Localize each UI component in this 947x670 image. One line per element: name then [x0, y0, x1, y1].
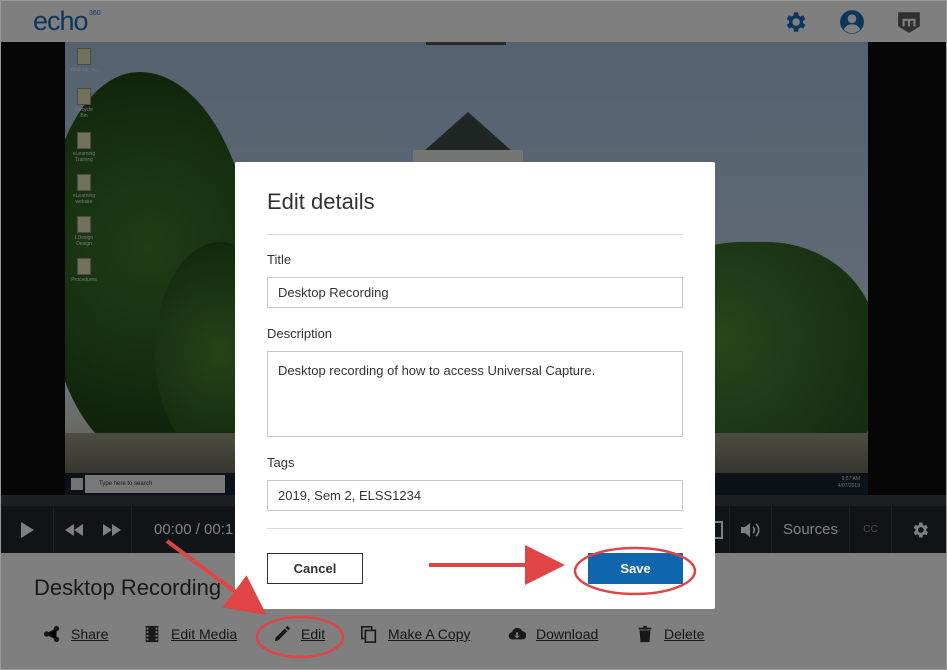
tags-label: Tags: [267, 455, 295, 470]
divider: [267, 528, 683, 529]
tags-input[interactable]: [267, 480, 683, 511]
description-label: Description: [267, 326, 333, 341]
divider: [267, 234, 683, 235]
app-window: echo360 desktop_re... Recycle Bin eLea: [0, 0, 947, 670]
save-button[interactable]: Save: [588, 553, 683, 584]
description-textarea[interactable]: Desktop recording of how to access Unive…: [267, 351, 683, 437]
cancel-button[interactable]: Cancel: [267, 553, 363, 584]
dialog-heading: Edit details: [267, 189, 375, 214]
edit-details-dialog: Edit details Title Description Desktop r…: [235, 162, 715, 609]
title-input[interactable]: [267, 277, 683, 308]
title-label: Title: [267, 252, 292, 267]
